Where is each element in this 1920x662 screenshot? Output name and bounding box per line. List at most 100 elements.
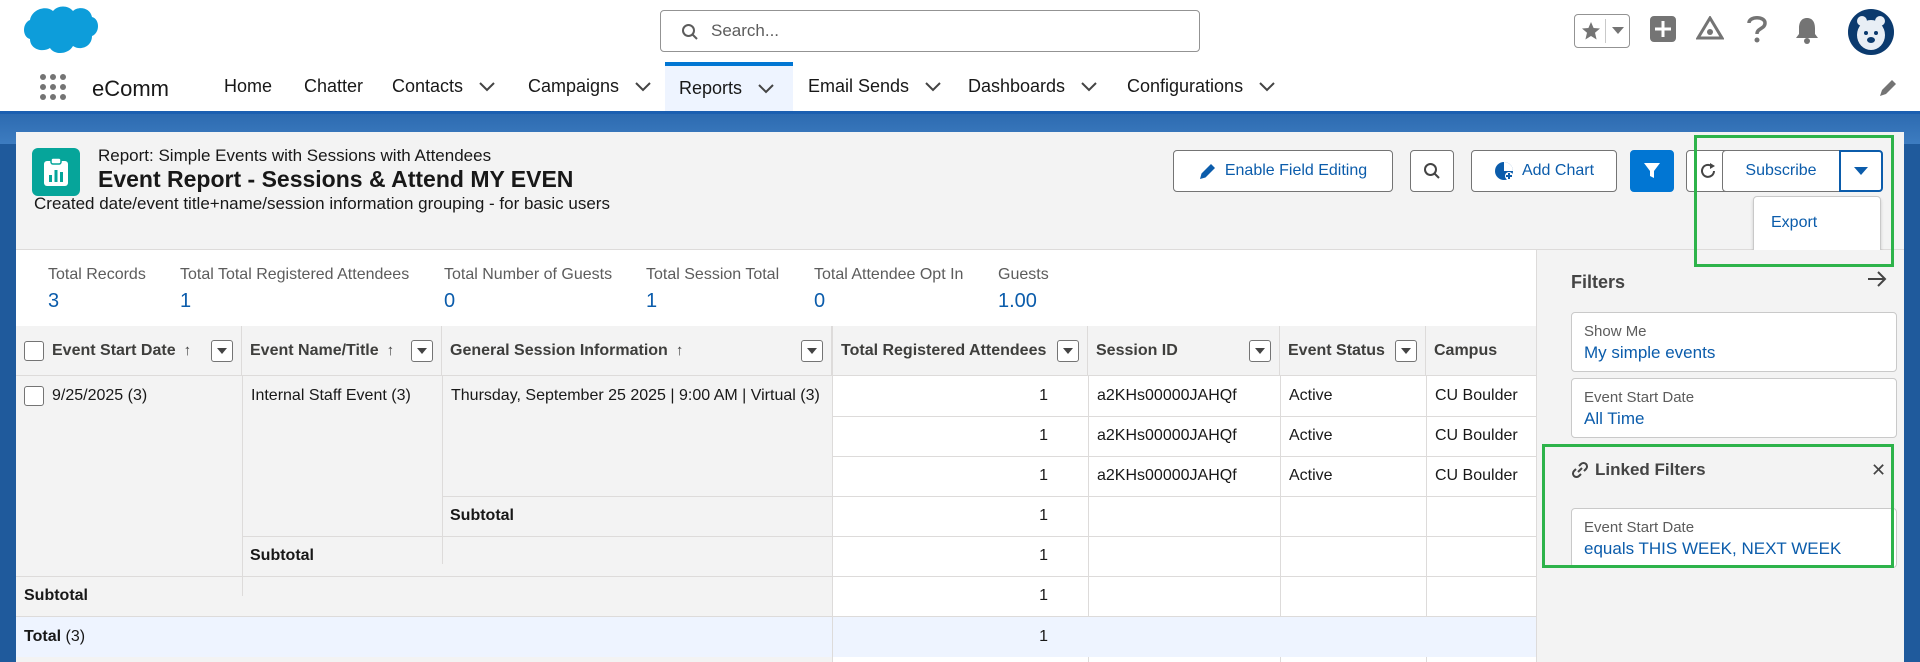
chevron-down-icon [1255,348,1265,354]
filter-value: All Time [1584,409,1645,428]
chevron-down-icon[interactable] [1612,27,1624,35]
plus-icon [1650,16,1676,42]
grand-total-value: 1 [832,617,1088,657]
report-summary: Total Records 3 Total Total Registered At… [16,250,1536,330]
column-menu-button[interactable] [411,340,433,362]
subtotal-label: Subtotal [250,547,314,564]
nav-item-home[interactable]: Home [210,62,286,111]
column-header-total-registered[interactable]: Total Registered Attendees [832,326,1088,376]
cell-campus: CU Boulder [1426,456,1536,496]
trailhead-icon [1696,16,1724,40]
report-title: Event Report - Sessions & Attend MY EVEN [98,166,574,192]
edit-nav-pencil-icon[interactable] [1878,78,1898,98]
column-menu-button[interactable] [1395,340,1417,362]
column-header-label: Campus [1434,341,1498,359]
global-header [0,0,1920,62]
bell-icon [1796,18,1818,44]
search-input[interactable] [711,19,1181,43]
chart-icon [1494,162,1513,180]
cell-session-id: a2KHs00000JAHQf [1088,416,1280,456]
favorites-button[interactable] [1574,14,1630,48]
filter-label: Event Start Date [1584,389,1695,406]
column-header-label: General Session Information [450,341,668,359]
app-name: eComm [92,76,170,101]
summary-total-records: Total Records 3 [48,266,146,312]
help-icon [1747,16,1767,43]
nav-item-label: Campaigns [528,76,620,96]
report-container: Report: Simple Events with Sessions with… [16,132,1904,662]
chevron-down-icon[interactable] [635,81,651,92]
summary-session-total: Total Session Total 1 [646,266,780,312]
avatar-icon [1848,9,1894,55]
salesforce-logo-icon[interactable] [20,3,100,59]
cell-session-id: a2KHs00000JAHQf [1088,456,1280,496]
nav-item-dashboards[interactable]: Dashboards [954,62,1111,111]
nav-item-chatter[interactable]: Chatter [290,62,377,111]
app-navigation: eComm Home Chatter Contacts Campaigns Re… [0,62,1920,114]
nav-item-email-sends[interactable]: Email Sends [794,62,955,111]
chevron-down-icon [1401,348,1411,354]
column-header-session-id[interactable]: Session ID [1088,326,1280,376]
column-header-label: Total Registered Attendees [841,341,1047,359]
column-menu-button[interactable] [801,340,823,362]
column-menu-button[interactable] [211,340,233,362]
column-header-session-info[interactable]: General Session Information ↑ [442,326,832,376]
column-header-event-start-date[interactable]: Event Start Date ↑ [16,326,242,376]
filter-icon [1644,163,1660,178]
group-event-name: Internal Staff Event (3) [242,376,442,416]
global-actions-button[interactable] [1650,16,1676,42]
column-header-label: Event Name/Title [250,341,379,359]
highlight-box [1542,444,1894,568]
report-icon [32,148,80,196]
select-all-checkbox[interactable] [24,340,44,361]
global-search[interactable] [660,10,1200,52]
cell-event-status: Active [1280,416,1426,456]
chevron-down-icon[interactable] [1081,81,1097,92]
app-launcher-icon[interactable] [40,74,66,100]
chevron-down-icon[interactable] [758,83,774,94]
nav-item-label: Chatter [304,76,364,96]
filter-label: Show Me [1584,323,1647,340]
summary-guests: Guests 1.00 [998,266,1049,312]
chevron-down-icon [807,348,817,354]
help-button[interactable] [1746,14,1768,44]
group-event-start-date: 9/25/2025 (3) [16,376,242,416]
grand-total-label: Total (3) [24,628,86,645]
chevron-down-icon[interactable] [925,81,941,92]
report-description: Created date/event title+name/session in… [34,194,610,213]
chevron-down-icon[interactable] [479,81,495,92]
chevron-down-icon[interactable] [1259,81,1275,92]
column-header-event-name[interactable]: Event Name/Title ↑ [242,326,442,376]
search-report-button[interactable] [1410,150,1454,192]
arrow-right-icon[interactable] [1867,270,1887,288]
cell-campus: CU Boulder [1426,416,1536,456]
column-menu-button[interactable] [1057,340,1079,362]
filter-show-me[interactable]: Show Me My simple events [1571,312,1897,372]
enable-field-editing-button[interactable]: Enable Field Editing [1173,150,1393,192]
chevron-down-icon [417,348,427,354]
highlight-box [1694,135,1894,267]
column-header-event-status[interactable]: Event Status [1280,326,1426,376]
nav-item-label: Home [224,76,273,96]
filter-value: My simple events [1584,343,1716,362]
pencil-icon [1199,164,1215,179]
chevron-down-icon [1063,348,1073,354]
nav-item-contacts[interactable]: Contacts [378,62,509,111]
cell-total-registered: 1 [1039,467,1048,484]
column-header-campus[interactable]: Campus [1426,326,1536,376]
nav-item-reports[interactable]: Reports [665,62,793,111]
group-session-info: Thursday, September 25 2025 | 9:00 AM | … [442,376,832,416]
notifications-button[interactable] [1794,16,1820,44]
filters-title: Filters [1571,272,1626,292]
add-chart-button[interactable]: Add Chart [1471,150,1617,192]
filter-event-start-date[interactable]: Event Start Date All Time [1571,378,1897,438]
cell-total-registered: 1 [1039,387,1048,404]
nav-item-campaigns[interactable]: Campaigns [514,62,665,111]
user-avatar[interactable] [1848,9,1894,55]
summary-attendee-opt-in: Total Attendee Opt In 0 [814,266,964,312]
nav-item-configurations[interactable]: Configurations [1113,62,1289,111]
filter-toggle-button[interactable] [1630,150,1674,192]
row-checkbox[interactable] [24,386,44,406]
column-menu-button[interactable] [1249,340,1271,362]
trailhead-button[interactable] [1696,16,1724,42]
